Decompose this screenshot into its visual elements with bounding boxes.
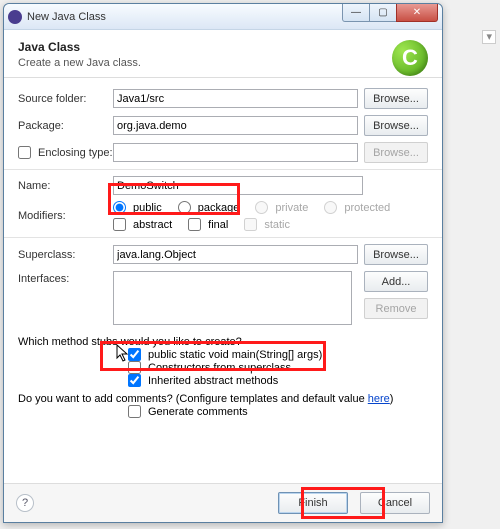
row-source-folder: Source folder: Browse... (18, 88, 428, 109)
label-name: Name: (18, 180, 113, 192)
row-interfaces: Interfaces: Add... Remove (18, 271, 428, 328)
browse-source-button[interactable]: Browse... (364, 88, 428, 109)
close-button[interactable]: ✕ (396, 4, 438, 22)
stubs-question: Which method stubs would you like to cre… (18, 336, 428, 348)
check-final[interactable] (188, 218, 201, 231)
cursor-icon (116, 344, 130, 364)
add-interface-button[interactable]: Add... (364, 271, 428, 292)
dropdown-icon: ▾ (482, 30, 496, 44)
banner: Java Class Create a new Java class. C (4, 30, 442, 78)
source-folder-input[interactable] (113, 89, 358, 108)
check-abstract[interactable] (113, 218, 126, 231)
remove-interface-button: Remove (364, 298, 428, 319)
browse-package-button[interactable]: Browse... (364, 115, 428, 136)
row-name: Name: (18, 176, 428, 195)
check-generate-comments[interactable] (128, 405, 141, 418)
radio-public[interactable] (113, 201, 126, 214)
dialog-window: New Java Class — ▢ ✕ Java Class Create a… (3, 3, 443, 523)
label-enclosing: Enclosing type: (38, 147, 113, 159)
comments-question: Do you want to add comments? (Configure … (18, 393, 428, 405)
background-toolbar: ▾ (482, 30, 496, 43)
row-superclass: Superclass: Browse... (18, 244, 428, 265)
form-area: Source folder: Browse... Package: Browse… (4, 78, 442, 424)
radio-protected (324, 201, 337, 214)
minimize-button[interactable]: — (342, 4, 370, 22)
superclass-input[interactable] (113, 245, 358, 264)
window-title: New Java Class (27, 11, 106, 23)
label-modifiers: Modifiers: (18, 210, 113, 222)
cancel-button[interactable]: Cancel (360, 492, 430, 514)
maximize-button[interactable]: ▢ (369, 4, 397, 22)
name-input[interactable] (113, 176, 363, 195)
enclosing-checkbox[interactable] (18, 146, 31, 159)
app-icon (8, 10, 22, 24)
enclosing-input (113, 143, 358, 162)
class-icon: C (392, 40, 428, 76)
titlebar[interactable]: New Java Class — ▢ ✕ (4, 4, 442, 30)
row-enclosing: Enclosing type: Browse... (18, 142, 428, 163)
radio-package[interactable] (178, 201, 191, 214)
row-package: Package: Browse... (18, 115, 428, 136)
configure-templates-link[interactable]: here (368, 393, 390, 405)
radio-private (255, 201, 268, 214)
label-source-folder: Source folder: (18, 93, 113, 105)
row-modifiers: Modifiers: public package private protec… (18, 201, 428, 231)
label-package: Package: (18, 120, 113, 132)
window-controls: — ▢ ✕ (343, 4, 438, 22)
banner-heading: Java Class (18, 40, 428, 54)
browse-superclass-button[interactable]: Browse... (364, 244, 428, 265)
banner-subtext: Create a new Java class. (18, 57, 428, 69)
dialog-footer: ? Finish Cancel (4, 483, 442, 522)
package-input[interactable] (113, 116, 358, 135)
finish-button[interactable]: Finish (278, 492, 348, 514)
check-inherited[interactable] (128, 374, 141, 387)
check-static (244, 218, 257, 231)
label-interfaces: Interfaces: (18, 271, 113, 285)
interfaces-list[interactable] (113, 271, 352, 325)
label-superclass: Superclass: (18, 249, 113, 261)
browse-enclosing-button: Browse... (364, 142, 428, 163)
help-button[interactable]: ? (16, 494, 34, 512)
